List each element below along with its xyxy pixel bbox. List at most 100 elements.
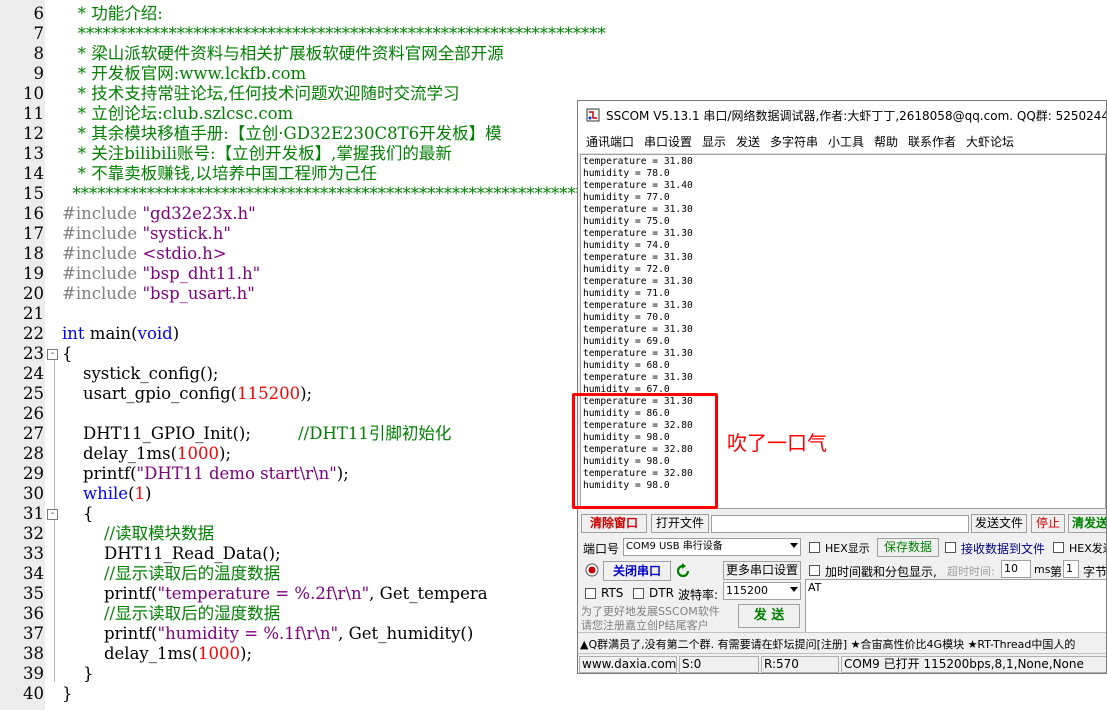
status-sent-count: S:0 (679, 656, 759, 673)
timestamp-checkbox[interactable] (809, 565, 820, 576)
close-port-button[interactable]: 关闭串口 (603, 561, 671, 581)
highlight-box (572, 393, 718, 509)
code-text: ****************************************… (62, 24, 606, 44)
line-number: 22 (23, 324, 44, 343)
menu-item[interactable]: 大虾论坛 (966, 133, 1014, 150)
menu-item[interactable]: 显示 (702, 133, 726, 150)
line-number: 37 (23, 624, 44, 643)
send-button[interactable]: 发 送 (738, 604, 800, 628)
menu-item[interactable]: 多字符串 (770, 133, 818, 150)
receive-line: temperature = 31.30 (583, 252, 693, 263)
open-file-button[interactable]: 打开文件 (651, 514, 709, 533)
status-bar: www.daxia.com S:0 R:570 COM9 已打开 115200b… (578, 653, 1106, 673)
receive-line: temperature = 31.30 (583, 372, 693, 383)
code-token: "systick.h" (142, 224, 231, 243)
hex-display-checkbox[interactable] (809, 542, 820, 553)
line-number: 29 (23, 464, 44, 483)
line-number: 25 (23, 384, 44, 403)
code-token: 1000 (177, 444, 220, 463)
menu-item[interactable]: 小工具 (828, 133, 864, 150)
recv-to-file-checkbox[interactable] (945, 542, 956, 553)
line-number: 19 (23, 264, 44, 283)
code-text: * 立创论坛:club.szlcsc.com (62, 104, 293, 124)
sscom-window[interactable]: SSCOM V5.13.1 串口/网络数据调试器,作者:大虾丁丁,2618058… (577, 100, 1107, 674)
code-token: //显示读取后的温度数据 (62, 564, 281, 583)
code-token: ) (172, 324, 180, 343)
promo-line-2: 请您注册嘉立创P结尾客户 (581, 619, 709, 632)
fold-toggle-icon[interactable]: - (47, 349, 58, 360)
line-number: 21 (23, 304, 44, 323)
page-label: 第 (1050, 565, 1063, 579)
menu-item[interactable]: 发送 (736, 133, 760, 150)
clear-send-button[interactable]: 清发送 (1068, 514, 1106, 533)
line-number: 24 (23, 364, 44, 383)
menu-item[interactable]: 串口设置 (644, 133, 692, 150)
dtr-checkbox[interactable] (633, 588, 644, 599)
line-number: 15 (23, 184, 44, 203)
code-token: <stdio.h> (142, 244, 227, 263)
chevron-down-icon (790, 587, 798, 592)
window-title-bar[interactable]: SSCOM V5.13.1 串口/网络数据调试器,作者:大虾丁丁,2618058… (578, 101, 1106, 129)
line-number: 27 (23, 424, 44, 443)
more-port-settings-button[interactable]: 更多串口设置 (723, 561, 801, 580)
receive-line: temperature = 31.30 (583, 228, 693, 239)
clear-window-button[interactable]: 清除窗口 (581, 514, 647, 533)
code-text: #include "bsp_usart.h" (62, 284, 255, 304)
page-input[interactable]: 1 (1063, 560, 1079, 578)
code-token: DHT11_Read_Data(); (62, 544, 281, 563)
refresh-icon[interactable] (675, 563, 691, 579)
sscom-app-icon (586, 108, 600, 122)
line-number: 8 (33, 44, 45, 63)
code-token: * 关注bilibili账号:【立创开发板】,掌握我们的最新 (62, 144, 452, 163)
chevron-down-icon (790, 543, 798, 548)
line-number: 31 (23, 504, 44, 523)
code-text: ****************************************… (62, 184, 608, 204)
receive-line: temperature = 31.30 (583, 300, 693, 311)
code-token: //显示读取后的湿度数据 (62, 604, 281, 623)
code-token: delay_1ms( (62, 644, 199, 663)
line-number: 6 (33, 4, 45, 23)
status-received-count: R:570 (761, 656, 839, 673)
code-token: ) (145, 484, 152, 503)
code-token: //DHT11引脚初始化 (298, 424, 452, 443)
line-number: 26 (23, 404, 44, 423)
line-number: 36 (23, 604, 44, 623)
line-number: 39 (23, 664, 44, 683)
recv-to-file-label: 接收数据到文件 (961, 542, 1046, 556)
receive-line: temperature = 31.30 (583, 324, 693, 335)
status-site[interactable]: www.daxia.com (579, 656, 677, 673)
code-token: * 立创论坛:club.szlcsc.com (62, 104, 294, 123)
file-path-field[interactable] (711, 515, 969, 533)
code-text: DHT11_Read_Data(); (62, 544, 281, 564)
code-text: printf("humidity = %.1f\r\n", Get_humidi… (62, 624, 473, 644)
save-data-button[interactable]: 保存数据 (877, 538, 939, 557)
menu-item[interactable]: 帮助 (874, 133, 898, 150)
code-text: delay_1ms(1000); (62, 444, 231, 464)
code-token: { (62, 504, 94, 523)
line-number: 35 (23, 584, 44, 603)
send-file-button[interactable]: 发送文件 (971, 514, 1027, 533)
menu-item[interactable]: 通讯端口 (586, 133, 634, 150)
code-text: #include "systick.h" (62, 224, 231, 244)
line-number: 16 (23, 204, 44, 223)
byte-label: 字节 (1083, 565, 1107, 579)
line-number: 20 (23, 284, 44, 303)
hex-send-checkbox[interactable] (1053, 542, 1064, 553)
code-token: while (62, 484, 129, 503)
rts-checkbox[interactable] (585, 588, 596, 599)
stop-button[interactable]: 停止 (1031, 514, 1065, 533)
baud-select[interactable]: 115200 (723, 582, 801, 600)
port-select[interactable]: COM9 USB 串行设备 (623, 538, 801, 556)
line-number: 11 (23, 104, 44, 123)
menu-item[interactable]: 联系作者 (908, 133, 956, 150)
code-token: "bsp_usart.h" (142, 284, 255, 303)
code-text: systick_config(); (62, 364, 218, 384)
timeout-input[interactable]: 10 (1001, 560, 1031, 578)
code-token: //读取模块数据 (62, 524, 215, 543)
ticker-bar[interactable]: ▲Q群满员了,没有第二个群. 有需要请在虾坛提问[注册] ★合宙高性价比4G模块… (578, 632, 1106, 653)
code-text: #include <stdio.h> (62, 244, 227, 264)
fold-toggle-icon[interactable]: - (47, 509, 58, 520)
code-text: delay_1ms(1000); (62, 644, 252, 664)
code-token: } (62, 664, 94, 683)
receive-line: temperature = 31.40 (583, 180, 693, 191)
